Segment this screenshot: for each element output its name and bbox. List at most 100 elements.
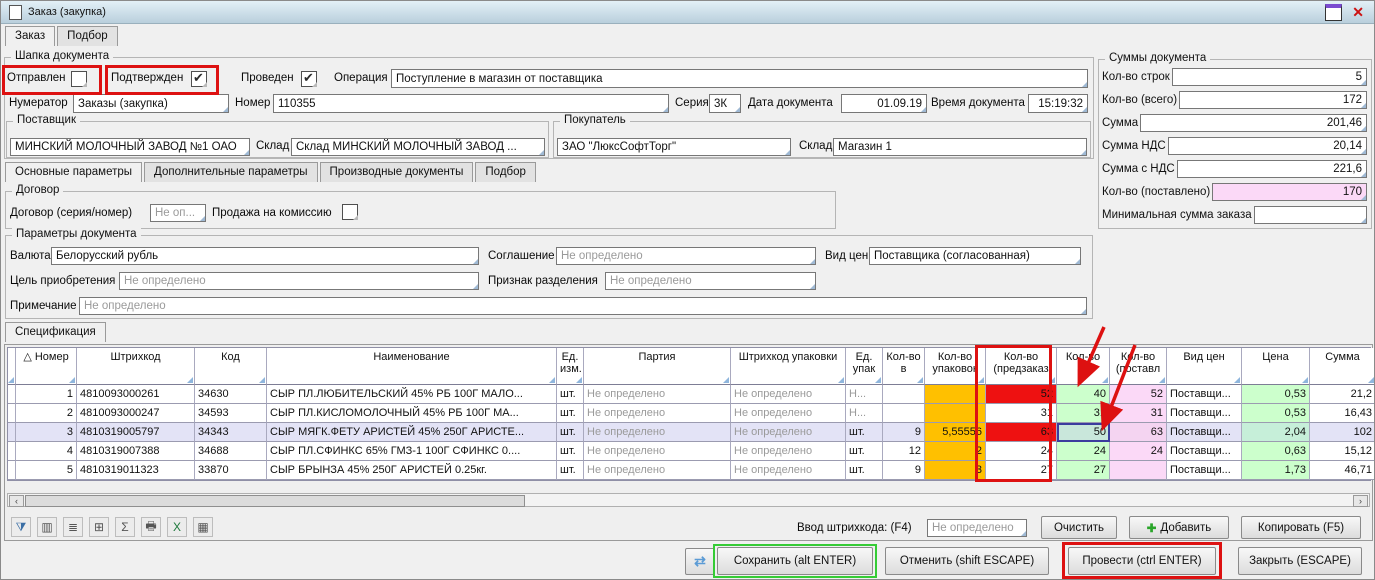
cell-code[interactable]: 34630: [195, 385, 267, 404]
series-field[interactable]: 3К: [709, 94, 741, 113]
supplier-field[interactable]: МИНСКИЙ МОЛОЧНЫЙ ЗАВОД №1 ОАО: [10, 138, 250, 156]
cell-sum[interactable]: 16,43: [1310, 404, 1375, 423]
cell-batch[interactable]: Не определено: [584, 423, 731, 442]
column-header-barcode[interactable]: Штрихкод: [77, 348, 195, 385]
tab-дополнительные-параметры[interactable]: Дополнительные параметры: [144, 162, 318, 182]
cell-qty_packs[interactable]: 5,55556: [925, 423, 986, 442]
tab-подбор[interactable]: Подбор: [475, 162, 536, 182]
tab-производные-документы[interactable]: Производные документы: [320, 162, 474, 182]
division-field[interactable]: Не определено: [605, 272, 816, 290]
scroll-right-icon[interactable]: ›: [1353, 495, 1368, 507]
table-row[interactable]: 1481009300026134630СЫР ПЛ.ЛЮБИТЕЛЬСКИЙ 4…: [8, 385, 1370, 404]
cell-batch[interactable]: Не определено: [584, 461, 731, 480]
numerator-field[interactable]: Заказы (закупка): [73, 94, 229, 113]
cell-barcode[interactable]: 4810319005797: [77, 423, 195, 442]
number-field[interactable]: 110355: [273, 94, 669, 113]
columns-icon[interactable]: ▥: [37, 517, 57, 537]
cell-code[interactable]: 33870: [195, 461, 267, 480]
sums-row-value[interactable]: 20,14: [1168, 137, 1367, 155]
cell-qty_in[interactable]: 9: [883, 461, 925, 480]
cell-qty_in[interactable]: [883, 404, 925, 423]
cell-qty_packs[interactable]: [925, 385, 986, 404]
cell-sum[interactable]: 15,12: [1310, 442, 1375, 461]
cancel-button[interactable]: Отменить (shift ESCAPE): [885, 547, 1049, 575]
copy-button[interactable]: Копировать (F5): [1241, 516, 1361, 539]
cell-code[interactable]: 34688: [195, 442, 267, 461]
column-header-price_type[interactable]: Вид цен: [1167, 348, 1242, 385]
column-header-code[interactable]: Код: [195, 348, 267, 385]
cell-price[interactable]: 0,63: [1242, 442, 1310, 461]
column-header-qty_in[interactable]: Кол-во в: [883, 348, 925, 385]
supplier-warehouse-field[interactable]: Склад МИНСКИЙ МОЛОЧНЫЙ ЗАВОД ...: [291, 138, 545, 156]
cell-num[interactable]: 1: [16, 385, 77, 404]
cell-sum[interactable]: 102: [1310, 423, 1375, 442]
cell-num[interactable]: 4: [16, 442, 77, 461]
table-settings-icon[interactable]: ▦: [193, 517, 213, 537]
cell-name[interactable]: СЫР ПЛ.СФИНКС 65% ГМЗ-1 100Г СФИНКС 0...…: [267, 442, 557, 461]
cell-qty_preorder[interactable]: 27: [986, 461, 1057, 480]
close-window-button[interactable]: Закрыть (ESCAPE): [1238, 547, 1362, 575]
cell-qty_preorder[interactable]: 63: [986, 423, 1057, 442]
cell-price_type[interactable]: Поставщи...: [1167, 461, 1242, 480]
cell-qty[interactable]: 27: [1057, 461, 1110, 480]
tab-основные-параметры[interactable]: Основные параметры: [5, 162, 142, 182]
excel-icon[interactable]: X: [167, 517, 187, 537]
buyer-warehouse-field[interactable]: Магазин 1: [833, 138, 1087, 156]
column-header-pack_barcode[interactable]: Штрихкод упаковки: [731, 348, 846, 385]
cell-code[interactable]: 34593: [195, 404, 267, 423]
cell-batch[interactable]: Не определено: [584, 404, 731, 423]
cell-qty_delivered[interactable]: 52: [1110, 385, 1167, 404]
column-header-num[interactable]: △ Номер: [16, 348, 77, 385]
numbered-list-icon[interactable]: ≣: [63, 517, 83, 537]
add-button[interactable]: ✚ Добавить: [1129, 516, 1229, 539]
cell-unit[interactable]: шт.: [557, 461, 584, 480]
cell-pack_unit[interactable]: Н...: [846, 404, 883, 423]
sums-row-value[interactable]: 5: [1172, 68, 1367, 86]
time-field[interactable]: 15:19:32: [1028, 94, 1088, 113]
cell-pack_barcode[interactable]: Не определено: [731, 461, 846, 480]
cell-qty_delivered[interactable]: 24: [1110, 442, 1167, 461]
cell-qty_delivered[interactable]: 63: [1110, 423, 1167, 442]
cell-sum[interactable]: 21,2: [1310, 385, 1375, 404]
cell-pack_barcode[interactable]: Не определено: [731, 385, 846, 404]
cell-pack_barcode[interactable]: Не определено: [731, 404, 846, 423]
cell-qty_in[interactable]: 12: [883, 442, 925, 461]
cell-qty_delivered[interactable]: 31: [1110, 404, 1167, 423]
cell-price[interactable]: 0,53: [1242, 385, 1310, 404]
clear-button[interactable]: Очистить: [1041, 516, 1117, 539]
cell-unit[interactable]: шт.: [557, 423, 584, 442]
cell-price[interactable]: 2,04: [1242, 423, 1310, 442]
maximize-button[interactable]: [1325, 4, 1342, 21]
cell-name[interactable]: СЫР БРЫНЗА 45% 250Г АРИСТЕЙ 0.25кг.: [267, 461, 557, 480]
cell-qty[interactable]: 24: [1057, 442, 1110, 461]
cell-barcode[interactable]: 4810093000261: [77, 385, 195, 404]
cell-qty[interactable]: 50: [1057, 423, 1110, 442]
column-header-qty_preorder[interactable]: Кол-во (предзаказ: [986, 348, 1057, 385]
calculator-icon[interactable]: ⊞: [89, 517, 109, 537]
cell-name[interactable]: СЫР ПЛ.ЛЮБИТЕЛЬСКИЙ 45% РБ 100Г МАЛО...: [267, 385, 557, 404]
column-header-name[interactable]: Наименование: [267, 348, 557, 385]
buyer-field[interactable]: ЗАО "ЛюксСофтТорг": [557, 138, 791, 156]
cell-price_type[interactable]: Поставщи...: [1167, 385, 1242, 404]
cell-barcode[interactable]: 4810093000247: [77, 404, 195, 423]
sums-row-value[interactable]: [1254, 206, 1367, 224]
print-icon[interactable]: 🖶: [141, 517, 161, 537]
cell-pack_unit[interactable]: шт.: [846, 442, 883, 461]
sums-row-value[interactable]: 201,46: [1140, 114, 1367, 132]
column-header-qty_packs[interactable]: Кол-во упаковок: [925, 348, 986, 385]
column-header-price[interactable]: Цена: [1242, 348, 1310, 385]
cell-name[interactable]: СЫР МЯГК.ФЕТУ АРИСТЕЙ 45% 250Г АРИСТЕ...: [267, 423, 557, 442]
cell-price_type[interactable]: Поставщи...: [1167, 404, 1242, 423]
agreement-field[interactable]: Не определено: [556, 247, 816, 265]
sums-row-value[interactable]: 172: [1179, 91, 1367, 109]
note-field[interactable]: Не определено: [79, 297, 1087, 315]
cell-pack_barcode[interactable]: Не определено: [731, 442, 846, 461]
cell-unit[interactable]: шт.: [557, 404, 584, 423]
confirmed-checkbox[interactable]: [191, 71, 207, 87]
column-header-qty[interactable]: Кол-во: [1057, 348, 1110, 385]
cell-sum[interactable]: 46,71: [1310, 461, 1375, 480]
filter-icon[interactable]: ⧩: [11, 517, 31, 537]
sums-row-value[interactable]: 170: [1212, 183, 1367, 201]
cell-qty_in[interactable]: [883, 385, 925, 404]
operation-field[interactable]: Поступление в магазин от поставщика: [391, 69, 1088, 88]
